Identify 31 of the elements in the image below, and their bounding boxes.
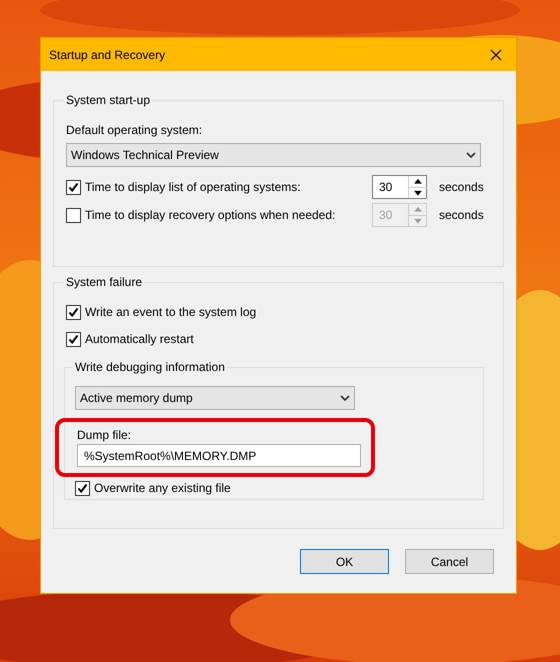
chevron-down-icon bbox=[466, 152, 476, 158]
group-title: System failure bbox=[65, 274, 144, 291]
unit-label: seconds bbox=[439, 179, 484, 196]
group-title: Write debugging information bbox=[74, 359, 226, 376]
dialog-button[interactable]: Cancel bbox=[405, 549, 494, 574]
checkbox[interactable] bbox=[66, 180, 81, 194]
close-icon[interactable] bbox=[490, 48, 502, 60]
unit-label: seconds bbox=[439, 207, 484, 224]
dropdown[interactable]: Active memory dump bbox=[75, 386, 355, 410]
checkbox[interactable] bbox=[66, 304, 81, 320]
window-title: Startup and Recovery bbox=[49, 46, 166, 64]
field-label: Default operating system: bbox=[66, 122, 204, 139]
checkbox-label: Write an event to the system log bbox=[85, 304, 256, 321]
checkbox-label: Overwrite any existing file bbox=[94, 480, 231, 497]
checkmark-icon bbox=[68, 334, 79, 344]
field-label: Dump file: bbox=[77, 427, 132, 444]
group-title: System start-up bbox=[65, 92, 152, 109]
dropdown[interactable]: Windows Technical Preview bbox=[66, 143, 481, 167]
checkmark-icon bbox=[68, 182, 79, 192]
checkbox-label: Time to display list of operating systems: bbox=[85, 179, 301, 196]
checkbox-label: Automatically restart bbox=[85, 331, 194, 348]
input-field[interactable]: %SystemRoot%\MEMORY.DMP bbox=[77, 444, 361, 467]
number-spinner[interactable]: 30 bbox=[372, 175, 427, 199]
checkbox[interactable] bbox=[75, 480, 90, 496]
checkmark-icon bbox=[77, 482, 88, 494]
dialog-button[interactable]: OK bbox=[300, 549, 389, 574]
checkmark-icon bbox=[68, 306, 79, 318]
checkbox-label: Time to display recovery options when needed: bbox=[85, 207, 336, 224]
checkbox[interactable] bbox=[66, 332, 81, 346]
arrow-down-icon[interactable] bbox=[409, 186, 427, 198]
chevron-down-icon bbox=[340, 394, 350, 402]
